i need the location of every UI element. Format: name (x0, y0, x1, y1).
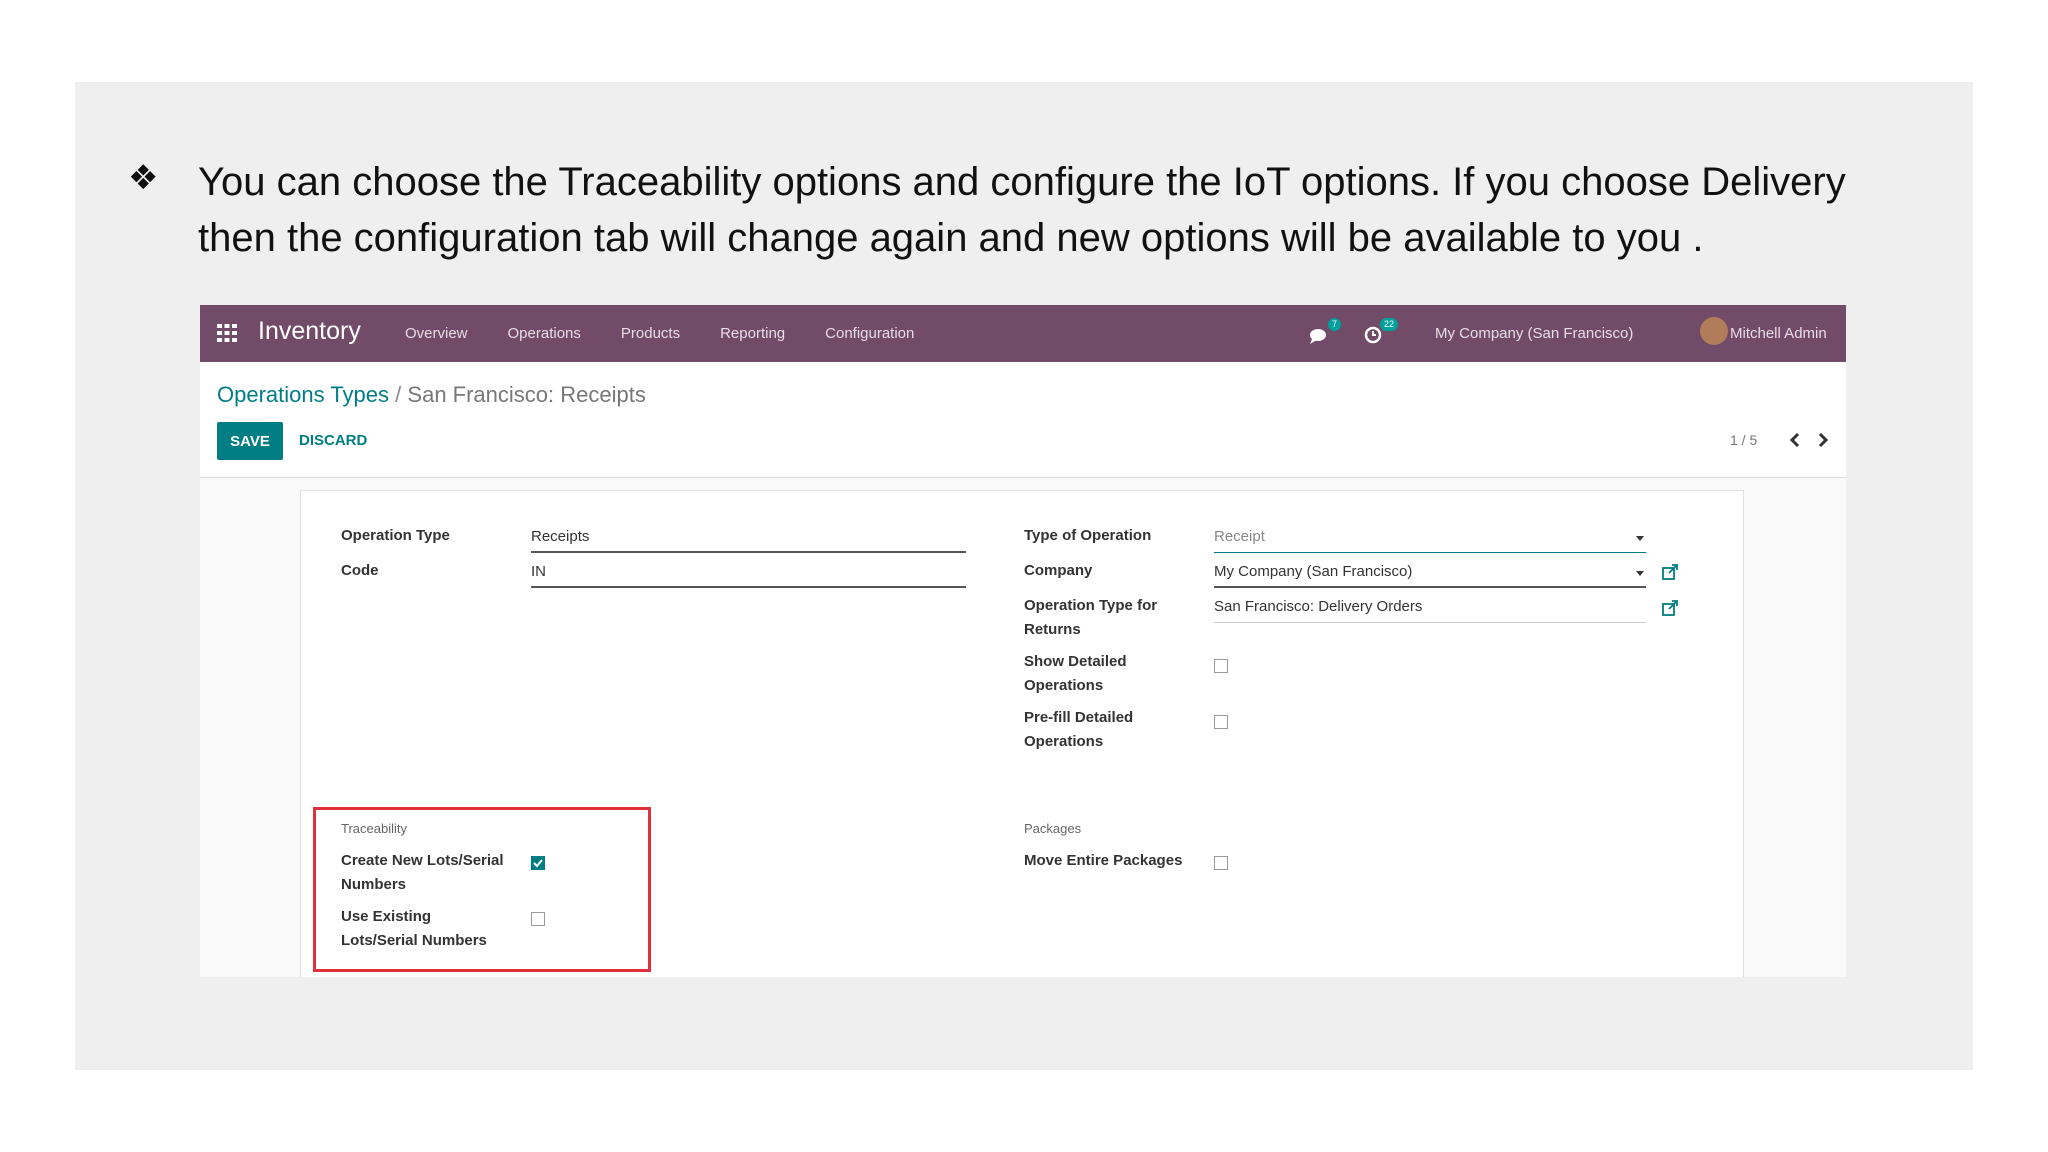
slide-text: You can choose the Traceability options … (198, 160, 1846, 260)
main-menu: Overview Operations Products Reporting C… (405, 325, 954, 342)
external-link-icon[interactable] (1661, 599, 1679, 617)
move-packages-checkbox[interactable] (1214, 856, 1228, 870)
bullet-icon: ❖ (128, 158, 159, 198)
odoo-screenshot: Inventory Overview Operations Products R… (200, 305, 1846, 977)
menu-configuration[interactable]: Configuration (825, 325, 914, 342)
company-label: Company (1024, 562, 1093, 579)
operation-type-input[interactable]: Receipts (531, 527, 589, 547)
top-navbar: Inventory Overview Operations Products R… (200, 305, 1846, 362)
discard-button[interactable]: DISCARD (299, 432, 367, 449)
breadcrumb: Operations Types / San Francisco: Receip… (217, 382, 646, 408)
menu-products[interactable]: Products (621, 325, 680, 342)
prefill-checkbox[interactable] (1214, 715, 1228, 729)
control-panel: Operations Types / San Francisco: Receip… (200, 362, 1846, 478)
chevron-right-icon[interactable] (1816, 430, 1830, 450)
traceability-highlight-box (313, 807, 651, 972)
prefill-label: Pre-fill Detailed (1024, 709, 1134, 726)
breadcrumb-operation-types[interactable]: Operations Types (217, 382, 389, 407)
code-label: Code (341, 562, 379, 579)
code-input[interactable]: IN (531, 562, 546, 582)
activities-badge: 22 (1380, 318, 1399, 331)
menu-overview[interactable]: Overview (405, 325, 468, 342)
user-avatar[interactable] (1700, 317, 1728, 345)
breadcrumb-separator: / (395, 382, 402, 407)
chevron-left-icon[interactable] (1788, 430, 1802, 450)
move-packages-label: Move Entire Packages (1024, 852, 1183, 869)
chevron-down-icon[interactable] (1636, 536, 1644, 541)
operation-type-underline (531, 551, 966, 553)
menu-operations[interactable]: Operations (508, 325, 581, 342)
packages-title: Packages (1024, 821, 1082, 836)
menu-reporting[interactable]: Reporting (720, 325, 785, 342)
return-type-select[interactable]: San Francisco: Delivery Orders (1214, 597, 1422, 617)
app-title[interactable]: Inventory (258, 317, 361, 346)
return-type-label: Operation Type for (1024, 597, 1158, 614)
code-underline (531, 586, 966, 588)
show-detailed-label-line2: Operations (1024, 677, 1104, 694)
type-of-operation-underline (1214, 552, 1646, 553)
form-sheet: Operation Type Receipts Code IN Type of … (300, 490, 1744, 977)
company-select[interactable]: My Company (San Francisco) (1214, 562, 1412, 582)
apps-grid-icon[interactable] (215, 321, 239, 345)
user-menu[interactable]: Mitchell Admin (1730, 325, 1827, 342)
pager-value[interactable]: 1 / 5 (1730, 432, 1757, 448)
breadcrumb-current: San Francisco: Receipts (407, 382, 646, 407)
return-type-label-line2: Returns (1024, 621, 1081, 638)
save-button[interactable]: SAVE (217, 422, 283, 460)
chevron-down-icon[interactable] (1636, 571, 1644, 576)
prefill-label-line2: Operations (1024, 733, 1104, 750)
type-of-operation-select[interactable]: Receipt (1214, 527, 1265, 547)
operation-type-label: Operation Type (341, 527, 450, 544)
external-link-icon[interactable] (1661, 563, 1679, 581)
company-underline (1214, 586, 1646, 588)
company-switcher[interactable]: My Company (San Francisco) (1435, 325, 1633, 342)
show-detailed-checkbox[interactable] (1214, 659, 1228, 673)
type-of-operation-label: Type of Operation (1024, 527, 1152, 544)
messages-badge: 7 (1328, 318, 1342, 331)
return-type-underline (1214, 622, 1646, 623)
show-detailed-label: Show Detailed (1024, 653, 1127, 670)
